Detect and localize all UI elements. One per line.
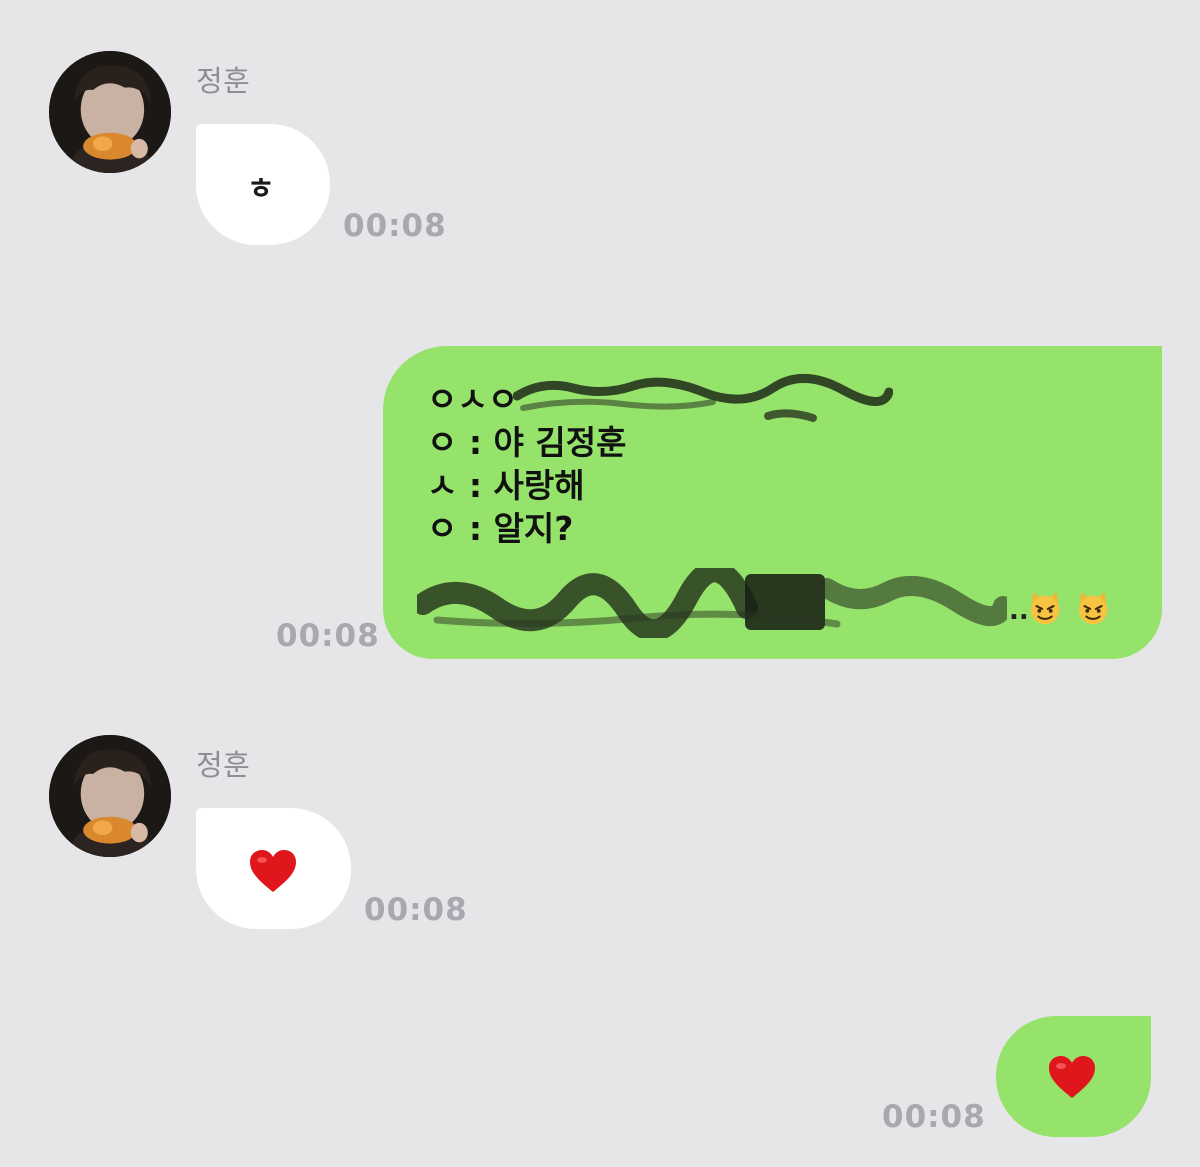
red-heart-emoji-icon xyxy=(250,850,296,892)
redaction-scribble xyxy=(417,568,1007,638)
devil-cat-emoji-icon xyxy=(1078,591,1108,625)
message-timestamp: 00:08 xyxy=(276,618,380,654)
outgoing-message-bubble[interactable]: ㅇㅅㅇ ㅇ : 야 김정훈 ㅅ : 사랑해 ㅇ : 알지? .. xyxy=(383,346,1162,659)
redaction-scribble xyxy=(513,374,893,422)
message-line: ㅇ : 알지? xyxy=(427,509,574,548)
message-timestamp: 00:08 xyxy=(343,208,447,244)
message-timestamp: 00:08 xyxy=(882,1099,986,1135)
message-timestamp: 00:08 xyxy=(364,892,468,928)
sender-name: 정훈 xyxy=(196,64,251,98)
incoming-message-bubble[interactable] xyxy=(196,808,351,929)
contact-avatar[interactable] xyxy=(49,51,171,173)
message-line: ㅅ : 사랑해 xyxy=(427,466,585,505)
message-text: ㅎ xyxy=(247,172,275,207)
chat-thread: 정훈 ㅎ 00:08 00:08 ㅇㅅㅇ ㅇ : 야 김정훈 ㅅ : 사랑해 ㅇ… xyxy=(0,0,1200,1167)
profile-photo xyxy=(49,51,171,173)
incoming-message-bubble[interactable]: ㅎ xyxy=(196,124,330,245)
devil-cat-emoji-icon xyxy=(1030,591,1060,625)
contact-avatar[interactable] xyxy=(49,735,171,857)
message-line: ㅇ : 야 김정훈 xyxy=(427,423,627,462)
red-heart-emoji-icon xyxy=(1049,1056,1095,1098)
outgoing-message-bubble[interactable] xyxy=(996,1016,1151,1137)
profile-photo xyxy=(49,735,171,857)
sender-name: 정훈 xyxy=(196,748,251,782)
